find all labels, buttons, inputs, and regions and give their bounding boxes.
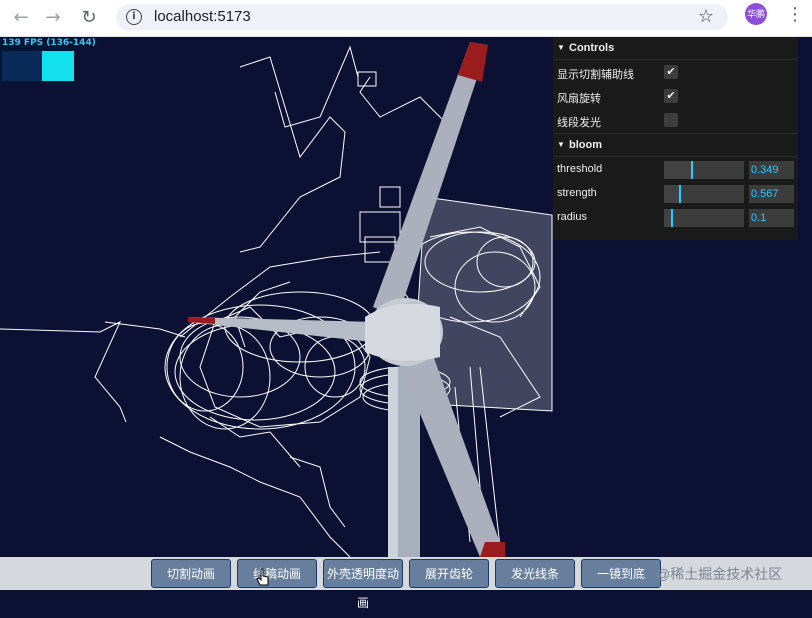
fps-text: 139 FPS (136-144) [2,38,96,48]
slider-fill [664,185,680,203]
strength-slider[interactable] [664,185,744,203]
threshold-input[interactable]: 0.349 [749,161,794,179]
toggle-label: 风扇旋转 [557,93,601,105]
threshold-slider[interactable] [664,161,744,179]
checkbox-fan-rotate[interactable]: ✔ [664,89,678,103]
toggle-label: 线段发光 [557,117,601,129]
address-bar[interactable]: i localhost:5173 ☆ [116,4,728,30]
bloom-folder[interactable]: ▼ bloom [553,133,798,157]
back-icon[interactable]: ← [8,4,34,30]
star-icon[interactable]: ☆ [698,6,714,27]
shell-opacity-animation-button[interactable]: 外壳透明度动画 [323,559,403,610]
bloom-title: bloom [569,139,602,151]
slider-thumb[interactable] [679,185,681,203]
slider-row: radius 0.1 [553,205,798,229]
controls-folder[interactable]: ▼ Controls [553,37,798,60]
slider-thumb[interactable] [671,209,673,227]
menu-icon[interactable]: ⋮ [786,4,804,25]
checkbox-show-guides[interactable]: ✔ [664,65,678,79]
fps-graph [2,51,74,81]
fps-stats[interactable]: 139 FPS (136-144) [0,37,96,83]
slider-row: strength 0.567 [553,181,798,205]
fps-bar [42,51,74,81]
chevron-down-icon: ▼ [557,140,565,149]
slider-thumb[interactable] [690,161,693,179]
hand-cursor-icon [256,568,269,586]
slider-row: threshold 0.349 [553,157,798,181]
url-text: localhost:5173 [154,8,251,25]
radius-input[interactable]: 0.1 [749,209,794,227]
checkbox-line-glow[interactable] [664,113,678,127]
controls-panel: ▼ Controls 显示切割辅助线 ✔ 风扇旋转 ✔ 线段发光 ▼ bloom… [553,37,798,240]
avatar[interactable]: 华鹏 [745,3,767,25]
slider-label: radius [557,211,587,223]
glow-lines-button[interactable]: 发光线条 [495,559,575,588]
wireframe-animation-button[interactable]: 线稿动画 [237,559,317,588]
toggle-row[interactable]: 风扇旋转 ✔ [553,84,798,108]
cut-animation-button[interactable]: 切割动画 [151,559,231,588]
browser-toolbar: ← → ↻ i localhost:5173 ☆ 华鹏 ⋮ [0,0,812,37]
toggle-label: 显示切割辅助线 [557,69,634,81]
slider-label: strength [557,187,597,199]
slider-label: threshold [557,163,603,175]
reload-icon[interactable]: ↻ [76,4,102,30]
info-icon[interactable]: i [126,9,142,25]
expand-gears-button[interactable]: 展开齿轮 [409,559,489,588]
slider-fill [664,161,692,179]
one-take-button[interactable]: 一镜到底 [581,559,661,588]
toggle-row[interactable]: 线段发光 [553,108,798,133]
radius-slider[interactable] [664,209,744,227]
toggle-row[interactable]: 显示切割辅助线 ✔ [553,60,798,84]
watermark: @稀土掘金技术社区 [656,566,783,582]
chevron-down-icon: ▼ [557,43,565,52]
strength-input[interactable]: 0.567 [749,185,794,203]
controls-title: Controls [569,42,615,54]
forward-icon[interactable]: → [40,4,66,30]
